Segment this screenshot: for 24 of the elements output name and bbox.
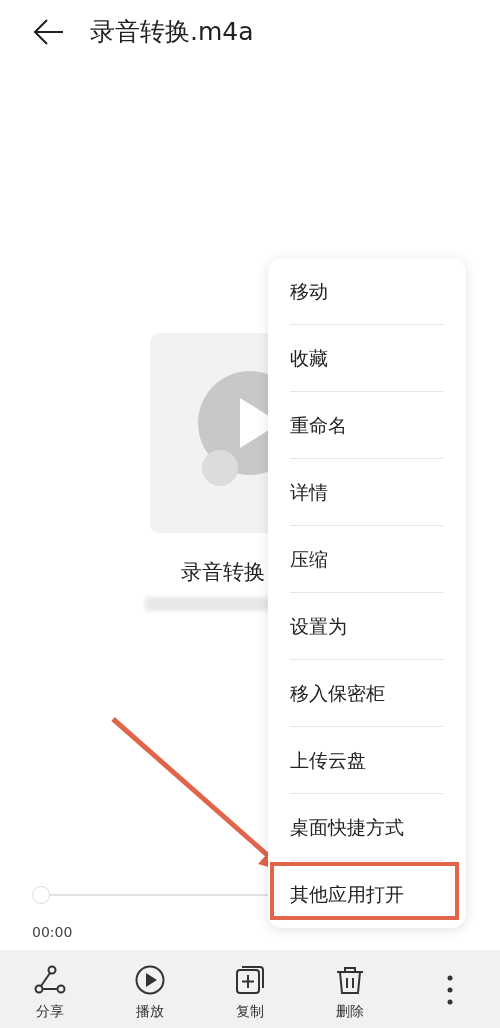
menu-item[interactable]: 桌面快捷方式	[290, 794, 444, 861]
menu-item[interactable]: 收藏	[290, 325, 444, 392]
menu-item[interactable]: 压缩	[290, 526, 444, 593]
elapsed-time: 00:00	[32, 923, 73, 942]
more-icon	[447, 975, 453, 1005]
back-icon[interactable]	[34, 19, 64, 45]
copy-icon	[234, 964, 266, 995]
menu-item[interactable]: 上传云盘	[290, 727, 444, 794]
file-name: 录音转换	[181, 559, 265, 586]
play-button[interactable]: 播放	[100, 950, 200, 1028]
menu-item[interactable]: 移入保密柜	[290, 660, 444, 727]
menu-item[interactable]: 移动	[290, 258, 444, 325]
delete-button[interactable]: 删除	[300, 950, 400, 1028]
play-icon	[134, 964, 166, 995]
slider-thumb[interactable]	[32, 886, 50, 904]
menu-item[interactable]: 详情	[290, 459, 444, 526]
share-button[interactable]: 分享	[0, 950, 100, 1028]
window-title: 录音转换.m4a	[90, 16, 254, 49]
share-icon	[34, 964, 66, 995]
menu-item[interactable]: 重命名	[290, 392, 444, 459]
menu-item[interactable]: 其他应用打开	[290, 861, 444, 928]
menu-item[interactable]: 设置为	[290, 593, 444, 660]
trash-icon	[334, 964, 366, 995]
copy-button[interactable]: 复制	[200, 950, 300, 1028]
